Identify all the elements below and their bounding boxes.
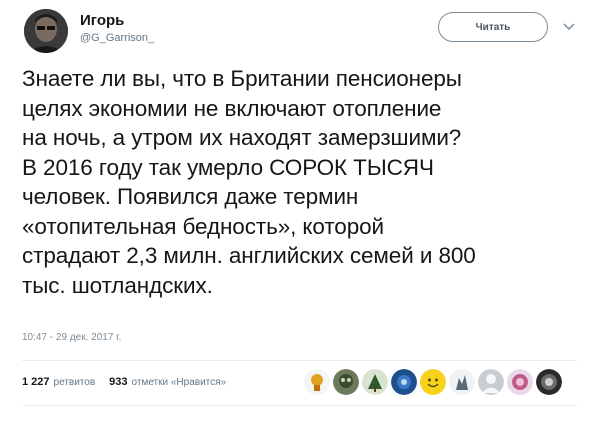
liker-avatar-9[interactable] — [536, 369, 562, 395]
liker-avatar-6[interactable] — [449, 369, 475, 395]
author-name[interactable]: Игорь — [80, 12, 124, 29]
retweets-label[interactable]: ретвитов — [54, 377, 96, 388]
tweet-text-line: целях экономии не включают отопление — [22, 95, 442, 121]
tweet-text: Знаете ли вы, что в Британии пенсионеры … — [22, 64, 587, 300]
likes-count[interactable]: 933 — [109, 376, 127, 388]
likes-label[interactable]: отметки «Нравится» — [132, 377, 227, 388]
liker-avatars — [304, 369, 562, 395]
liker-avatar-1[interactable] — [304, 369, 330, 395]
tweet-text-line: страдают 2,3 милн. английских семей и 80… — [22, 243, 476, 268]
tweet-text-line: Знаете ли вы, что в Британии пенсионеры — [22, 66, 462, 91]
liker-avatar-5[interactable] — [420, 369, 446, 395]
liker-avatar-4[interactable] — [391, 369, 417, 395]
divider — [22, 360, 577, 361]
follow-button-label: Читать — [475, 21, 511, 33]
follow-button[interactable]: Читать — [438, 12, 548, 42]
engagement-stats: 1 227 ретвитов 933 отметки «Нравится» — [22, 376, 226, 388]
chevron-down-icon[interactable] — [562, 22, 576, 32]
tweet-text-line: тыс. шотландских. — [22, 272, 213, 298]
liker-avatar-7[interactable] — [478, 369, 504, 395]
tweet-text-line: «отопительная бедность», которой — [22, 213, 384, 239]
liker-avatar-3[interactable] — [362, 369, 388, 395]
author-handle[interactable]: @G_Garrison_ — [80, 32, 154, 44]
liker-avatar-2[interactable] — [333, 369, 359, 395]
tweet-text-line: В 2016 году так умерло СОРОК ТЫСЯЧ — [22, 154, 434, 180]
liker-avatar-8[interactable] — [507, 369, 533, 395]
author-avatar[interactable] — [24, 9, 68, 53]
retweets-count[interactable]: 1 227 — [22, 376, 50, 388]
tweet-card: Игорь @G_Garrison_ Читать Знаете ли вы, … — [0, 0, 600, 423]
tweet-timestamp[interactable]: 10:47 - 29 дек. 2017 г. — [22, 332, 121, 343]
tweet-text-line: человек. Появился даже термин — [22, 184, 359, 209]
tweet-text-line: на ночь, а утром их находят замерзшими? — [22, 125, 462, 150]
divider — [22, 405, 577, 406]
